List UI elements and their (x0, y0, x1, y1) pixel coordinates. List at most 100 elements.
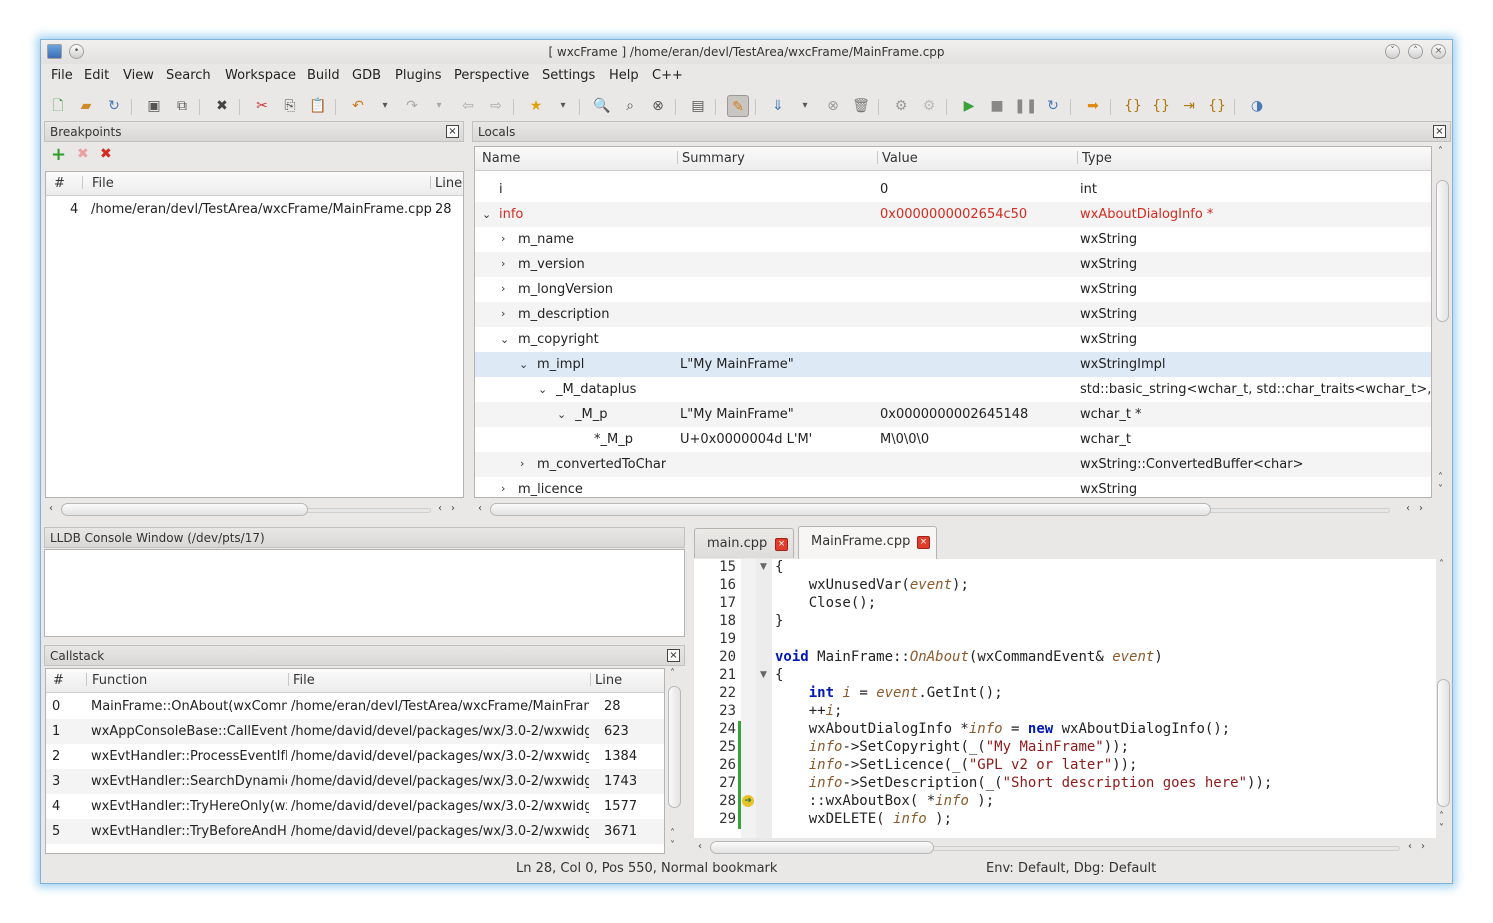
col-line[interactable]: Line (435, 176, 462, 191)
plugin-icon[interactable]: ◑ (1246, 95, 1268, 117)
locals-vscroll[interactable]: ˄ ˄ ˅ (1435, 146, 1450, 498)
locals-row-m-p[interactable]: ⌄ _M_p L"My MainFrame" 0x000000000264514… (475, 402, 1431, 427)
delete-breakpoint-button[interactable]: ✖ (77, 146, 89, 162)
redo-dropdown-icon[interactable]: ▾ (428, 95, 450, 117)
expand-icon[interactable]: › (501, 482, 505, 495)
locals-row-m-copyright[interactable]: ⌄ m_copyright wxString (475, 327, 1431, 352)
locals-row-m-impl[interactable]: ⌄ m_impl L"My MainFrame" wxStringImpl (475, 352, 1431, 377)
locals-row-m-convertedtochar[interactable]: › m_convertedToChar wxString::ConvertedB… (475, 452, 1431, 477)
close-locals-button[interactable]: × (1433, 125, 1446, 138)
menu-perspective[interactable]: Perspective (454, 68, 529, 83)
menu-help[interactable]: Help (609, 68, 639, 83)
breakpoint-row[interactable]: 4 /home/eran/devl/TestArea/wxcFrame/Main… (46, 197, 463, 222)
callstack-row[interactable]: 0 MainFrame::OnAbout(wxComm/home/eran/dev… (46, 694, 664, 719)
callstack-row[interactable]: 2 wxEvtHandler::ProcessEventIfM/home/davi… (46, 744, 664, 769)
menu-search[interactable]: Search (166, 68, 211, 83)
col-file[interactable]: File (92, 176, 114, 191)
minimize-button[interactable]: ˅ (1385, 44, 1400, 59)
bookmark-dropdown-icon[interactable]: ▾ (552, 95, 574, 117)
expand-icon[interactable]: › (501, 307, 505, 320)
col-line[interactable]: Line (595, 673, 622, 688)
fold-marker-icon[interactable]: ▼ (760, 562, 767, 572)
close-window-button[interactable]: × (1431, 44, 1446, 59)
close-file-icon[interactable]: ✖ (211, 95, 233, 117)
menu-file[interactable]: File (51, 68, 73, 83)
build-dropdown-icon[interactable]: ▾ (794, 95, 816, 117)
editor-vscroll[interactable]: ˄ ˄ ˅ (1436, 559, 1451, 838)
locals-row-m-description[interactable]: › m_description wxString (475, 302, 1431, 327)
callstack-row[interactable]: 3 wxEvtHandler::SearchDynamic/home/david/… (46, 769, 664, 794)
build-icon[interactable]: ⇓ (767, 95, 789, 117)
menu-plugins[interactable]: Plugins (395, 68, 442, 83)
tab-main-cpp[interactable]: main.cpp × (694, 528, 794, 558)
lldb-console-output[interactable] (44, 549, 685, 637)
stop-debug-icon[interactable]: ■ (986, 95, 1008, 117)
back-icon[interactable]: ⇦ (457, 95, 479, 117)
close-breakpoints-button[interactable]: × (446, 125, 459, 138)
step-over-icon[interactable]: {} (1150, 95, 1172, 117)
fold-marker-icon[interactable]: ▼ (760, 670, 767, 680)
undo-icon[interactable]: ↶ (347, 95, 369, 117)
tab-mainframe-cpp[interactable]: MainFrame.cpp × (798, 526, 937, 559)
collapse-icon[interactable]: ⌄ (500, 333, 509, 346)
expand-icon[interactable]: › (501, 257, 505, 270)
col-num[interactable]: # (54, 176, 65, 191)
redo-icon[interactable]: ↷ (401, 95, 423, 117)
step-instruction-icon[interactable]: ⇥ (1178, 95, 1200, 117)
col-value[interactable]: Value (882, 151, 918, 166)
paste-icon[interactable]: 📋 (307, 95, 329, 117)
find-replace-icon[interactable]: ⌕ (619, 95, 641, 117)
expand-icon[interactable]: › (501, 232, 505, 245)
save-icon[interactable]: ▣ (143, 95, 165, 117)
collapse-icon[interactable]: ⌄ (482, 208, 491, 221)
close-tab-icon[interactable]: × (917, 536, 930, 549)
delete-all-breakpoints-button[interactable]: ✖ (100, 146, 112, 162)
locals-row-m-licence[interactable]: › m_licence wxString (475, 477, 1431, 497)
editor-hscroll[interactable]: ‹ ‹ › (694, 840, 1436, 855)
add-breakpoint-button[interactable]: + (51, 144, 66, 165)
show-cursor-icon[interactable]: ➡ (1082, 95, 1104, 117)
stop-build-icon[interactable]: ⊗ (822, 95, 844, 117)
cut-icon[interactable]: ✂ (251, 95, 273, 117)
menu-view[interactable]: View (123, 68, 154, 83)
col-function[interactable]: Function (92, 673, 147, 688)
locals-hscroll[interactable]: ‹ ‹ › (474, 502, 1432, 517)
breakpoints-hscroll[interactable]: ‹ ‹ › (45, 502, 464, 517)
maximize-button[interactable]: ˄ (1408, 44, 1423, 59)
col-file[interactable]: File (293, 673, 315, 688)
expand-icon[interactable]: › (520, 457, 524, 470)
collapse-icon[interactable]: ⌄ (557, 408, 566, 421)
bookmark-icon[interactable]: ★ (525, 95, 547, 117)
restart-icon[interactable]: ↻ (1042, 95, 1064, 117)
menu-cpp[interactable]: C++ (652, 68, 683, 83)
step-out-icon[interactable]: {} (1206, 95, 1228, 117)
reload-file-icon[interactable]: ↻ (103, 95, 125, 117)
menu-build[interactable]: Build (307, 68, 340, 83)
close-tab-icon[interactable]: × (775, 538, 788, 551)
locals-row-info[interactable]: ⌄ info 0x0000000002654c50 wxAboutDialogI… (475, 202, 1431, 227)
run-config-icon[interactable]: ⚙ (890, 95, 912, 117)
open-file-icon[interactable]: ▰ (75, 95, 97, 117)
pause-icon[interactable]: ❚❚ (1014, 95, 1037, 117)
locals-row-deref-m-p[interactable]: *_M_p U+0x0000004d L'M' M\0\0\0 wchar_t (475, 427, 1431, 452)
locals-row-i[interactable]: i 0 int (475, 177, 1431, 202)
copy-icon[interactable]: ⎘ (279, 95, 301, 117)
col-name[interactable]: Name (482, 151, 520, 166)
locals-row-m-name[interactable]: › m_name wxString (475, 227, 1431, 252)
find-in-files-icon[interactable]: ⊗ (647, 95, 669, 117)
expand-icon[interactable]: › (501, 282, 505, 295)
menu-gdb[interactable]: GDB (352, 68, 381, 83)
step-in-icon[interactable]: {} (1122, 95, 1144, 117)
locals-row-m-longversion[interactable]: › m_longVersion wxString (475, 277, 1431, 302)
callstack-row[interactable]: 1 wxAppConsoleBase::CallEventH/home/david… (46, 719, 664, 744)
find-icon[interactable]: 🔍 (591, 95, 613, 117)
locals-row-m-dataplus[interactable]: ⌄ _M_dataplus std::basic_string<wchar_t,… (475, 377, 1431, 402)
clean-icon[interactable]: 🗑 (850, 95, 872, 117)
code-editor[interactable]: 15 16 17 18 19 20 21 22 23 24 25 26 27 2… (694, 559, 1436, 838)
menu-workspace[interactable]: Workspace (225, 68, 296, 83)
menu-edit[interactable]: Edit (84, 68, 109, 83)
open-resource-icon[interactable]: ▤ (687, 95, 709, 117)
continue-icon[interactable]: ▶ (958, 95, 980, 117)
col-num[interactable]: # (53, 673, 64, 688)
col-summary[interactable]: Summary (682, 151, 745, 166)
